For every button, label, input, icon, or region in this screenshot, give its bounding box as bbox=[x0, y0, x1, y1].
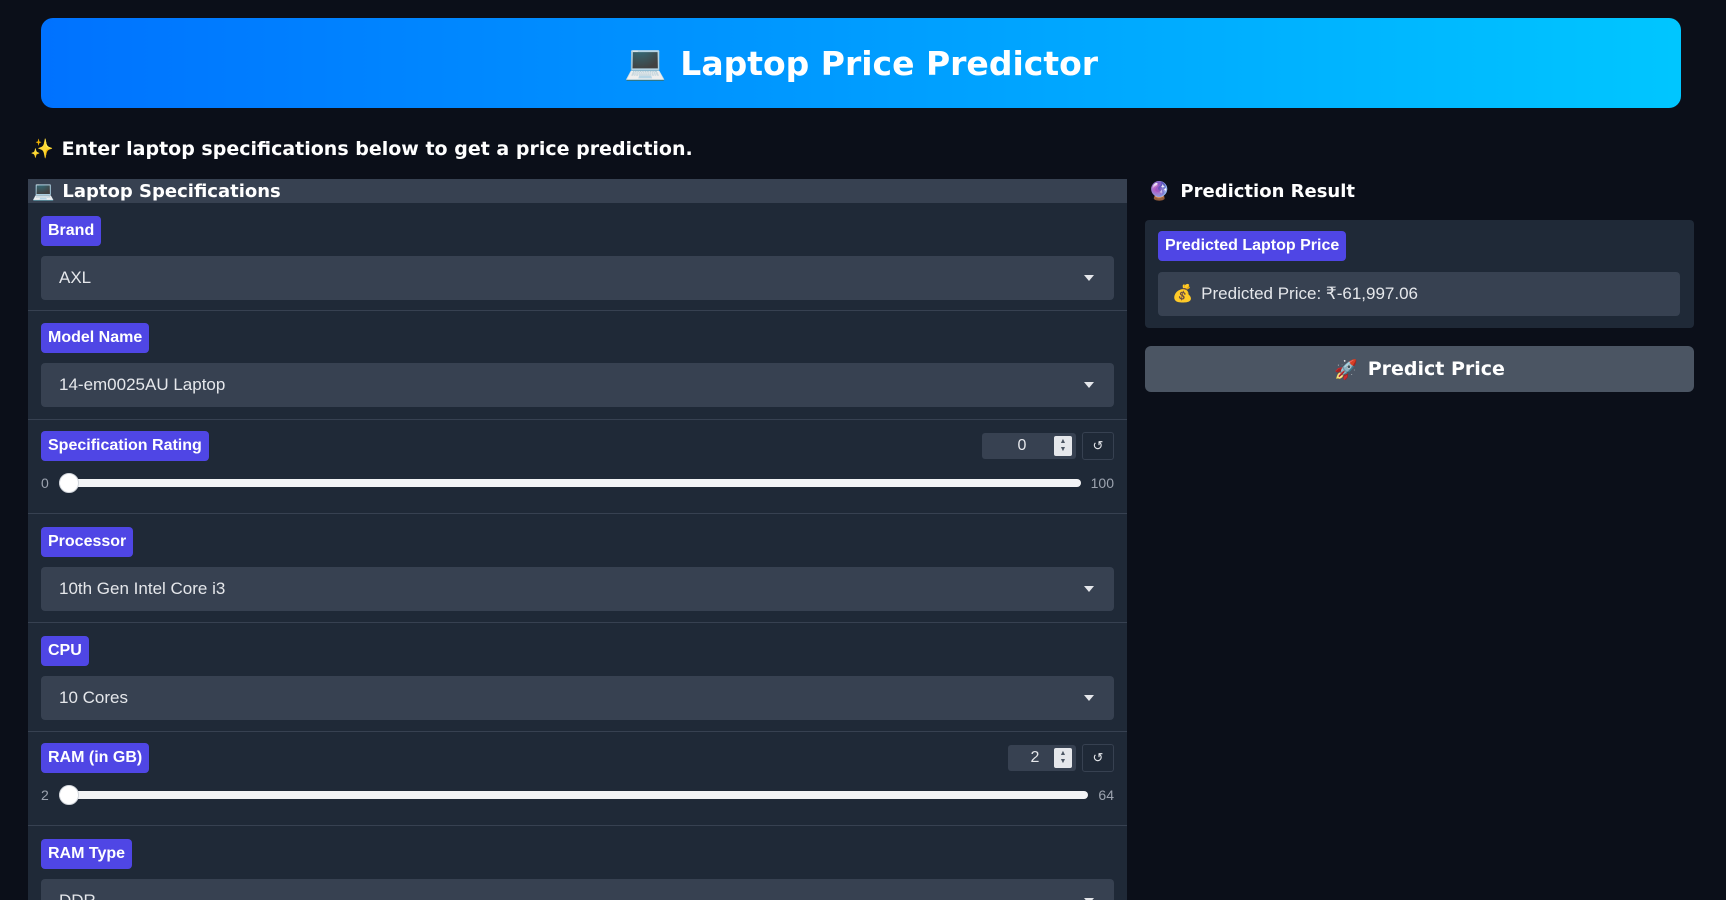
specifications-panel-title: 💻 Laptop Specifications bbox=[28, 179, 1127, 203]
processor-field: Processor 10th Gen Intel Core i3 bbox=[28, 514, 1127, 623]
processor-dropdown[interactable]: 10th Gen Intel Core i3 bbox=[41, 567, 1114, 611]
processor-label: Processor bbox=[41, 527, 134, 557]
spec-rating-max: 100 bbox=[1090, 475, 1114, 491]
predicted-price-value: Predicted Price: ₹-61,997.06 bbox=[1201, 284, 1418, 303]
brand-dropdown[interactable]: AXL bbox=[41, 256, 1114, 300]
predict-price-label: Predict Price bbox=[1367, 358, 1505, 380]
laptop-icon: 💻 bbox=[32, 180, 55, 202]
reset-icon: ↺ bbox=[1092, 438, 1104, 453]
ram-value: 2 bbox=[1030, 749, 1040, 766]
sparkles-icon: ✨ bbox=[30, 138, 54, 160]
prediction-result-title: 🔮 Prediction Result bbox=[1148, 181, 1355, 202]
predicted-price-label: Predicted Laptop Price bbox=[1158, 231, 1347, 261]
spinner-icon[interactable]: ▲ ▼ bbox=[1054, 748, 1072, 768]
specifications-panel: 💻 Laptop Specifications Brand AXL Model … bbox=[28, 179, 1127, 900]
ram-max: 64 bbox=[1098, 787, 1114, 803]
predicted-price-output: 💰 Predicted Price: ₹-61,997.06 bbox=[1158, 272, 1680, 316]
ram-type-value: DDR bbox=[59, 891, 96, 900]
intro-label: Enter laptop specifications below to get… bbox=[61, 137, 693, 160]
cpu-label: CPU bbox=[41, 636, 89, 666]
slider-thumb[interactable] bbox=[58, 473, 79, 493]
ram-type-dropdown[interactable]: DDR bbox=[41, 879, 1114, 900]
brand-label: Brand bbox=[41, 216, 102, 246]
reset-icon: ↺ bbox=[1092, 750, 1104, 765]
prediction-result-label: Prediction Result bbox=[1180, 181, 1356, 202]
model-name-value: 14-em0025AU Laptop bbox=[59, 375, 226, 394]
spec-rating-label: Specification Rating bbox=[41, 431, 209, 461]
ram-type-label: RAM Type bbox=[41, 839, 133, 869]
crystal-ball-icon: 🔮 bbox=[1148, 181, 1171, 202]
slider-thumb[interactable] bbox=[58, 785, 79, 805]
chevron-down-icon bbox=[1084, 382, 1094, 388]
cpu-field: CPU 10 Cores bbox=[28, 623, 1127, 732]
ram-label: RAM (in GB) bbox=[41, 743, 150, 773]
prediction-result-card: Predicted Laptop Price 💰 Predicted Price… bbox=[1145, 220, 1694, 328]
processor-value: 10th Gen Intel Core i3 bbox=[59, 579, 226, 598]
spec-rating-min: 0 bbox=[41, 475, 49, 491]
chevron-down-icon bbox=[1084, 586, 1094, 592]
chevron-down-icon bbox=[1084, 695, 1094, 701]
spinner-icon[interactable]: ▲ ▼ bbox=[1054, 436, 1072, 456]
laptop-icon: 💻 bbox=[623, 44, 667, 82]
brand-field: Brand AXL bbox=[28, 203, 1127, 311]
chevron-down-icon bbox=[1084, 275, 1094, 281]
ram-field: RAM (in GB) 2 ▲ ▼ ↺ 2 64 bbox=[28, 732, 1127, 826]
brand-value: AXL bbox=[59, 268, 92, 287]
spec-rating-reset-button[interactable]: ↺ bbox=[1082, 432, 1114, 460]
page-title: Laptop Price Predictor bbox=[680, 43, 1099, 83]
money-bag-icon: 💰 bbox=[1172, 284, 1194, 303]
model-name-field: Model Name 14-em0025AU Laptop bbox=[28, 311, 1127, 420]
cpu-dropdown[interactable]: 10 Cores bbox=[41, 676, 1114, 720]
ram-type-field: RAM Type DDR bbox=[28, 826, 1127, 900]
spec-rating-slider[interactable] bbox=[58, 473, 1081, 493]
ram-number-input[interactable]: 2 ▲ ▼ bbox=[1008, 745, 1076, 771]
app-header: 💻 Laptop Price Predictor bbox=[41, 18, 1681, 108]
spec-rating-number-input[interactable]: 0 ▲ ▼ bbox=[982, 433, 1076, 459]
specifications-title-label: Laptop Specifications bbox=[62, 180, 281, 202]
cpu-value: 10 Cores bbox=[59, 688, 128, 707]
spec-rating-field: Specification Rating 0 ▲ ▼ ↺ 0 100 bbox=[28, 420, 1127, 514]
spec-rating-value: 0 bbox=[1017, 437, 1027, 454]
ram-reset-button[interactable]: ↺ bbox=[1082, 744, 1114, 772]
model-name-dropdown[interactable]: 14-em0025AU Laptop bbox=[41, 363, 1114, 407]
intro-text: ✨ Enter laptop specifications below to g… bbox=[30, 137, 693, 161]
ram-min: 2 bbox=[41, 787, 49, 803]
ram-slider[interactable] bbox=[58, 785, 1089, 805]
model-name-label: Model Name bbox=[41, 323, 150, 353]
rocket-icon: 🚀 bbox=[1334, 358, 1358, 381]
predict-price-button[interactable]: 🚀 Predict Price bbox=[1145, 346, 1694, 392]
